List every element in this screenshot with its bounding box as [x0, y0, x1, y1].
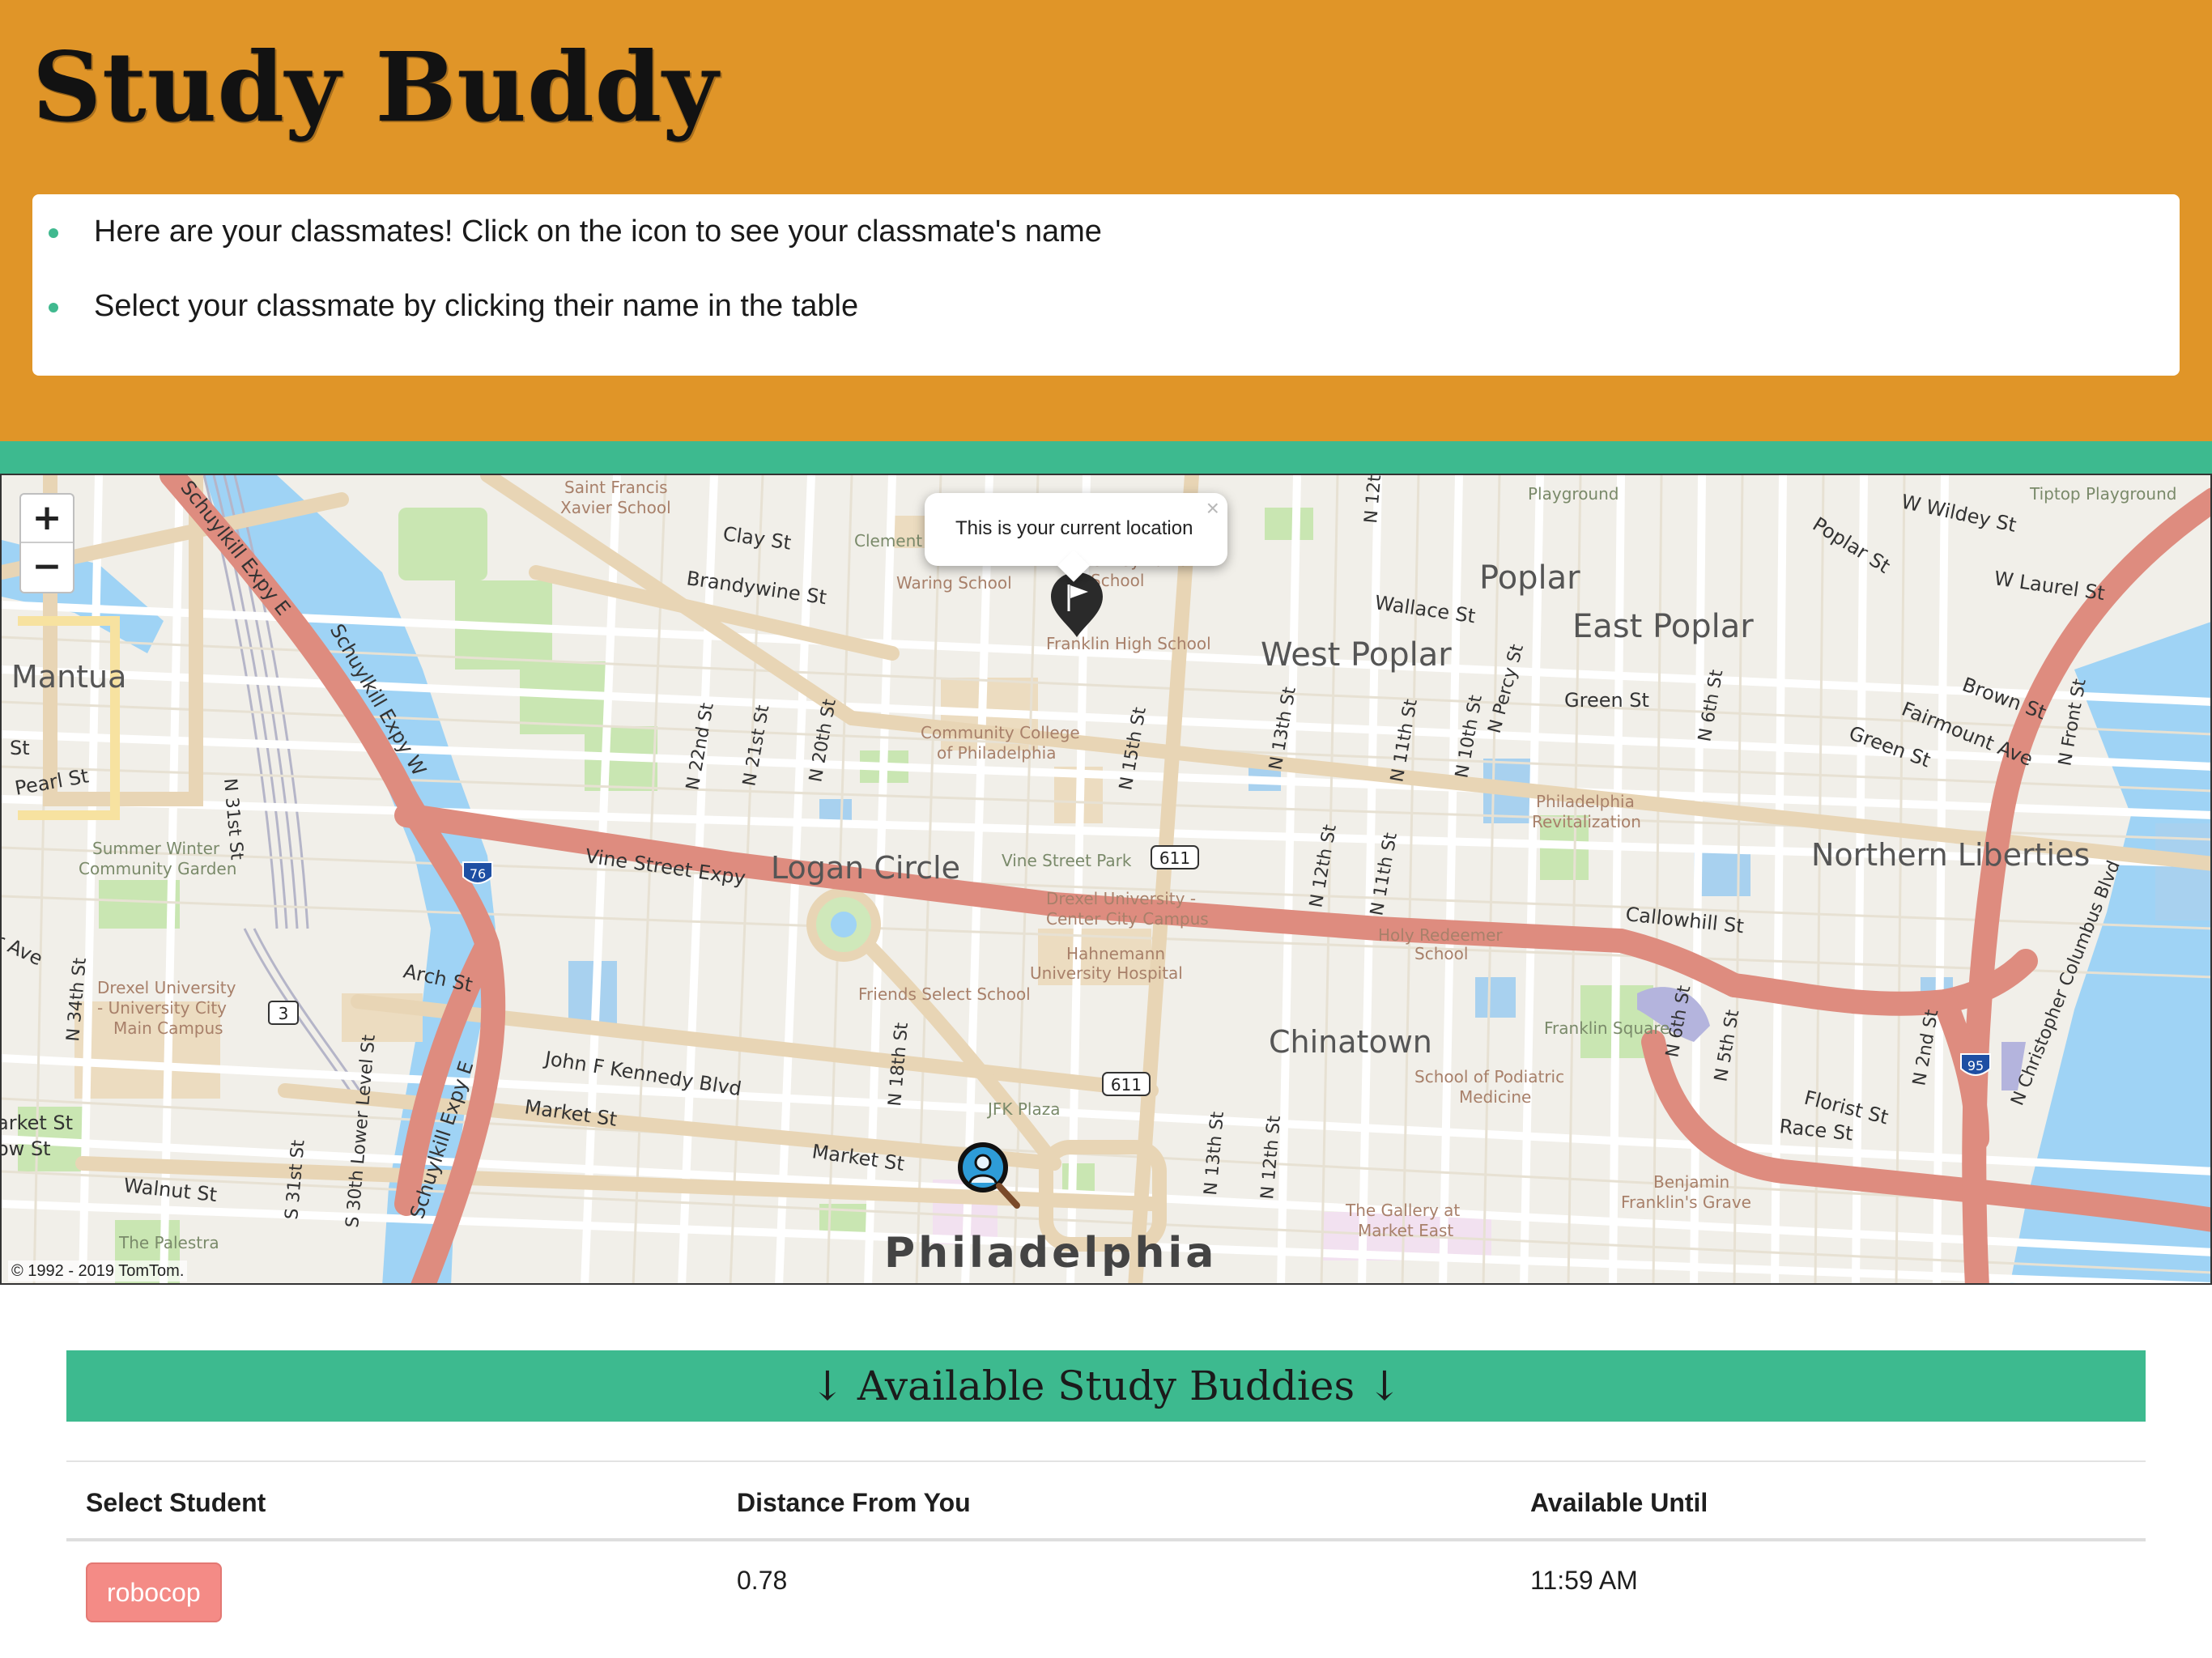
- map-label-poi: Benjamin: [1653, 1172, 1729, 1192]
- popup-close-button[interactable]: ×: [1206, 496, 1219, 521]
- map-view[interactable]: Philadelphia Logan Circle Chinatown West…: [0, 474, 2212, 1285]
- route-shield: 76: [462, 861, 493, 884]
- map-label-poi: Xavier School: [560, 498, 671, 517]
- map-label-poi: Market East: [1358, 1221, 1453, 1240]
- app-title: Study Buddy: [32, 31, 719, 143]
- map-label-poi: University Hospital: [1030, 963, 1183, 983]
- page-header: Study Buddy Here are your classmates! Cl…: [0, 0, 2212, 441]
- map-label-poi: Holy Redeemer: [1378, 925, 1503, 945]
- instructions-card: Here are your classmates! Click on the i…: [32, 194, 2180, 376]
- distance-cell: 0.78: [737, 1566, 788, 1595]
- map-label-poplar: Poplar: [1479, 559, 1580, 597]
- route-shield: 3: [268, 1001, 299, 1025]
- map-label-street: arket St: [2, 1112, 73, 1134]
- zoom-in-button[interactable]: +: [21, 495, 73, 543]
- route-shield-label: 611: [1159, 848, 1190, 868]
- map-label-poi: Franklin High School: [1046, 634, 1211, 653]
- instruction-item: Select your classmate by clicking their …: [48, 287, 858, 325]
- map-label-poi: Saint Francis: [564, 478, 668, 497]
- map-label-poi: Summer Winter: [92, 839, 220, 858]
- map-label-poi: Community College: [921, 723, 1080, 742]
- map-label-west-poplar: West Poplar: [1261, 636, 1452, 674]
- map-label-poi: Drexel University -: [1046, 889, 1196, 908]
- map-label-poi: The Palestra: [118, 1233, 219, 1252]
- map-label-poi: Vine Street Park: [1002, 851, 1132, 870]
- map-label-poi: The Gallery at: [1345, 1201, 1460, 1220]
- divider-band: [0, 441, 2212, 474]
- map-label-poi: JFK Plaza: [986, 1099, 1061, 1119]
- map-label-poi: Medicine: [1459, 1087, 1531, 1107]
- map-attribution: © 1992 - 2019 TomTom.: [8, 1261, 188, 1282]
- map-label-mantua: Mantua: [11, 659, 126, 695]
- popup-text: This is your current location: [955, 517, 1193, 539]
- map-label-poi: School: [1414, 944, 1468, 963]
- column-header-student: Select Student: [86, 1488, 266, 1517]
- map-label-poi: Philadelphia: [1536, 792, 1635, 811]
- route-shield: 95: [1960, 1053, 1991, 1076]
- instruction-item: Here are your classmates! Click on the i…: [49, 212, 1102, 251]
- route-shield: 611: [1151, 845, 1199, 869]
- route-shield-label: 611: [1111, 1075, 1142, 1095]
- map-label-street: St: [10, 737, 30, 759]
- available-until-cell: 11:59 AM: [1530, 1566, 1638, 1595]
- map-label-poi: Tiptop Playground: [2029, 484, 2176, 504]
- map-label-poi: - University City: [97, 998, 227, 1018]
- map-label-poi: School of Podiatric: [1414, 1067, 1564, 1086]
- map-label-street: ow St: [2, 1137, 51, 1160]
- map-label-chinatown: Chinatown: [1269, 1024, 1432, 1060]
- section-title: ↓ Available Study Buddies ↓: [66, 1350, 2146, 1422]
- zoom-out-button[interactable]: −: [21, 543, 73, 592]
- column-header-available: Available Until: [1530, 1488, 1708, 1517]
- map-label-poi: Main Campus: [113, 1018, 223, 1038]
- route-shield-label: 76: [470, 866, 486, 882]
- table-header: Select Student Distance From You Availab…: [66, 1460, 2146, 1541]
- location-popup: This is your current location ×: [925, 493, 1227, 566]
- map-label-poi: of Philadelphia: [937, 743, 1056, 763]
- column-header-distance: Distance From You: [737, 1488, 971, 1517]
- map-label-philadelphia: Philadelphia: [884, 1229, 1217, 1278]
- map-label-poi: Playground: [1528, 484, 1619, 504]
- table-row: robocop 0.78 11:59 AM: [66, 1541, 2146, 1630]
- route-shield-label: 95: [1967, 1058, 1984, 1073]
- map-label-poi: Franklin's Grave: [1621, 1192, 1751, 1212]
- map-label-poi: Clement: [854, 531, 922, 551]
- map-label-poi: Center City Campus: [1046, 909, 1209, 929]
- map-label-street: Green St: [1564, 689, 1649, 712]
- route-shield: 611: [1102, 1072, 1151, 1096]
- zoom-control: + −: [19, 493, 74, 593]
- map-label-poi: Waring School: [896, 573, 1012, 593]
- study-buddies-table: Select Student Distance From You Availab…: [66, 1460, 2146, 1630]
- map-label-poi: Revitalization: [1532, 812, 1641, 831]
- select-student-button[interactable]: robocop: [86, 1562, 222, 1622]
- map-label-northern-liberties: Northern Liberties: [1811, 837, 2090, 873]
- map-label-poi: Drexel University: [97, 978, 236, 997]
- map-label-poi: Friends Select School: [858, 984, 1031, 1004]
- map-label-east-poplar: East Poplar: [1572, 608, 1754, 645]
- map-label-poi: Hahnemann: [1066, 944, 1165, 963]
- map-canvas[interactable]: Philadelphia Logan Circle Chinatown West…: [2, 475, 2212, 1285]
- route-shield-label: 3: [279, 1004, 289, 1023]
- map-label-logan-circle: Logan Circle: [771, 850, 960, 886]
- map-label-poi: Franklin Square: [1544, 1018, 1670, 1038]
- map-label-poi: Community Garden: [79, 859, 236, 878]
